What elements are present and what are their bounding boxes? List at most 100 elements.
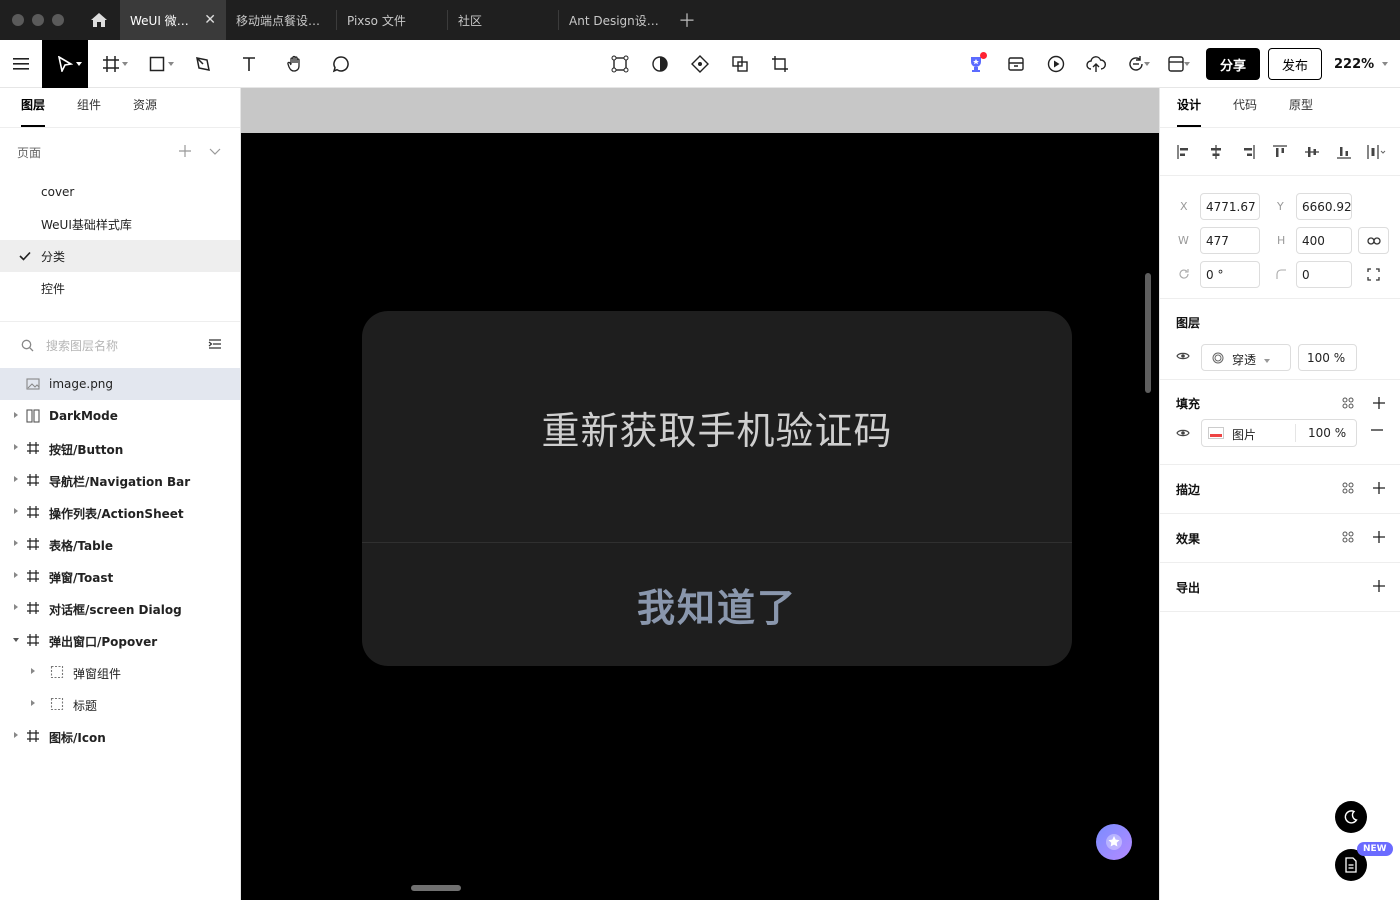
resources-button[interactable] [996, 40, 1036, 88]
vertical-scrollbar[interactable] [1145, 273, 1151, 393]
expand-arrow-icon[interactable] [14, 604, 18, 610]
tab-design[interactable]: 设计 [1177, 96, 1202, 127]
layer-popover[interactable]: 弹出窗口/Popover [0, 624, 240, 656]
zoom-dropdown[interactable]: 222% [1334, 57, 1400, 72]
hand-tool-button[interactable] [272, 40, 318, 88]
style-grid-icon[interactable] [1342, 531, 1354, 543]
layer-screen-dialog[interactable]: 对话框/screen Dialog [0, 592, 240, 624]
tab-components[interactable]: 组件 [77, 96, 101, 127]
expand-arrow-icon[interactable] [14, 572, 18, 578]
maximize-window-button[interactable] [52, 14, 64, 26]
close-tab-icon[interactable]: ✕ [204, 12, 216, 28]
layer-opacity-input[interactable]: 100 % [1298, 344, 1357, 371]
width-input[interactable]: 477 [1200, 227, 1260, 254]
publish-button[interactable]: 发布 [1268, 48, 1322, 80]
auto-layout-button[interactable] [680, 40, 720, 88]
tab-code[interactable]: 代码 [1233, 96, 1257, 127]
layer-navigation-bar[interactable]: 导航栏/Navigation Bar [0, 464, 240, 496]
align-left-button[interactable] [1174, 142, 1194, 162]
horizontal-scrollbar[interactable] [411, 885, 461, 891]
achievement-button[interactable] [956, 40, 996, 88]
tab-layers[interactable]: 图层 [21, 96, 46, 127]
preview-button[interactable] [1036, 40, 1076, 88]
add-stroke-icon[interactable] [1372, 481, 1386, 495]
canvas[interactable]: 重新获取手机验证码 我知道了 [241, 88, 1159, 900]
tab-ordering[interactable]: 移动端点餐设计规范 [226, 0, 336, 40]
layout-button[interactable] [1156, 40, 1196, 88]
expand-arrow-icon[interactable] [14, 444, 18, 450]
page-item-category[interactable]: 分类 [0, 240, 240, 272]
page-item-controls[interactable]: 控件 [0, 272, 240, 304]
add-effect-icon[interactable] [1372, 530, 1386, 544]
expand-arrow-icon[interactable] [14, 412, 18, 418]
move-tool-button[interactable] [42, 39, 88, 88]
component-button[interactable] [600, 40, 640, 88]
align-v-center-button[interactable] [1302, 142, 1322, 162]
home-button[interactable] [78, 0, 120, 40]
independent-corners-icon[interactable] [1367, 268, 1380, 281]
add-export-icon[interactable] [1372, 579, 1386, 593]
comment-tool-button[interactable] [318, 40, 364, 88]
upload-button[interactable] [1076, 40, 1116, 88]
filter-icon[interactable] [208, 338, 222, 350]
collapse-arrow-icon[interactable] [13, 638, 19, 642]
tab-ant-design[interactable]: Ant Design设计规范 [559, 0, 669, 40]
align-top-button[interactable] [1270, 142, 1290, 162]
add-fill-icon[interactable] [1372, 396, 1386, 410]
shape-tool-button[interactable] [134, 40, 180, 88]
text-tool-button[interactable] [226, 40, 272, 88]
layer-search[interactable]: 搜索图层名称 [0, 322, 240, 368]
expand-arrow-icon[interactable] [14, 540, 18, 546]
share-button[interactable]: 分享 [1206, 48, 1260, 80]
ai-assistant-button[interactable] [1096, 824, 1132, 860]
tab-assets[interactable]: 资源 [133, 96, 157, 127]
blend-mode-dropdown[interactable]: 穿透 [1201, 344, 1291, 371]
dialog-confirm-button[interactable]: 我知道了 [362, 543, 1072, 666]
add-page-icon[interactable] [178, 144, 192, 158]
page-item-cover[interactable]: cover [0, 176, 240, 208]
history-button[interactable] [1116, 40, 1156, 88]
layer-toast[interactable]: 弹窗/Toast [0, 560, 240, 592]
align-right-button[interactable] [1238, 142, 1258, 162]
main-menu-button[interactable] [0, 40, 42, 88]
remove-fill-icon[interactable] [1370, 429, 1384, 431]
expand-arrow-icon[interactable] [14, 732, 18, 738]
align-bottom-button[interactable] [1334, 142, 1354, 162]
tab-weui[interactable]: WeUI 微信设计规范 ✕ [120, 0, 226, 40]
mask-button[interactable] [640, 40, 680, 88]
tab-prototype[interactable]: 原型 [1289, 96, 1313, 127]
layer-button[interactable]: 按钮/Button [0, 432, 240, 464]
layer-title[interactable]: 标题 [0, 688, 240, 720]
minimize-window-button[interactable] [32, 14, 44, 26]
corner-radius-input[interactable]: 0 [1296, 261, 1352, 288]
dark-mode-toggle[interactable] [1335, 801, 1367, 833]
rotation-input[interactable]: 0 ° [1200, 261, 1260, 288]
style-grid-icon[interactable] [1342, 482, 1354, 494]
crop-button[interactable] [760, 40, 800, 88]
constrain-proportions-button[interactable] [1358, 227, 1389, 254]
expand-arrow-icon[interactable] [14, 508, 18, 514]
close-window-button[interactable] [12, 14, 24, 26]
layer-darkmode[interactable]: DarkMode [0, 400, 240, 432]
dialog-frame[interactable]: 重新获取手机验证码 我知道了 [362, 311, 1072, 666]
chevron-down-icon[interactable] [208, 144, 222, 158]
tab-community[interactable]: 社区 [448, 0, 558, 40]
layer-actionsheet[interactable]: 操作列表/ActionSheet [0, 496, 240, 528]
expand-arrow-icon[interactable] [31, 668, 35, 674]
boolean-button[interactable] [720, 40, 760, 88]
layer-image-png[interactable]: image.png [0, 368, 240, 400]
tab-pixso-files[interactable]: Pixso 文件 [337, 0, 447, 40]
style-grid-icon[interactable] [1342, 397, 1354, 409]
align-h-center-button[interactable] [1206, 142, 1226, 162]
new-tab-button[interactable]: ＋ [669, 0, 705, 40]
expand-arrow-icon[interactable] [31, 700, 35, 706]
expand-arrow-icon[interactable] [14, 476, 18, 482]
eye-icon[interactable] [1176, 351, 1190, 361]
layer-icon[interactable]: 图标/Icon [0, 720, 240, 752]
layer-table[interactable]: 表格/Table [0, 528, 240, 560]
fill-input[interactable]: 图片 100 % [1201, 419, 1357, 447]
eye-icon[interactable] [1176, 428, 1190, 438]
y-input[interactable]: 6660.92 [1296, 193, 1352, 220]
x-input[interactable]: 4771.67 [1200, 193, 1260, 220]
layer-popup-component[interactable]: 弹窗组件 [0, 656, 240, 688]
